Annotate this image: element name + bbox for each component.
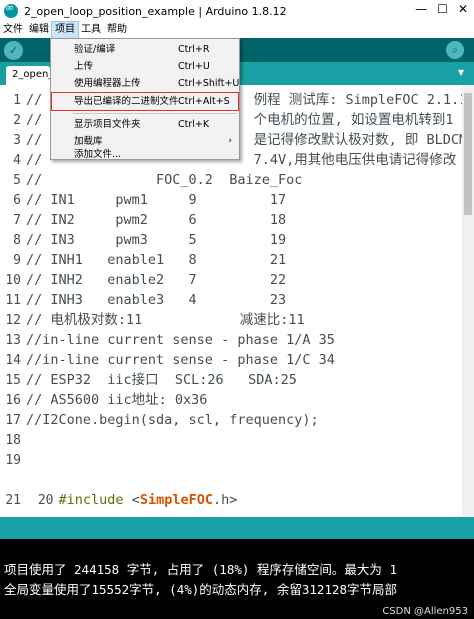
code-line: 10 // INH2 enable2 7 22 (0, 270, 462, 290)
code-text: // IN3 pwm3 5 19 (26, 232, 287, 248)
line-number: 4 (13, 153, 21, 168)
code-text: // INH1 enable1 8 21 (26, 252, 287, 268)
code-line: 8 // IN3 pwm3 5 19 (0, 230, 462, 250)
menu-separator (73, 113, 237, 114)
line-number: 15 (5, 373, 21, 388)
scrollbar-thumb[interactable] (464, 93, 472, 215)
code-text: //in-line current sense - phase 1/C 34 (26, 352, 335, 368)
code-line: 16 // AS5600 iic地址: 0x36 (0, 390, 462, 410)
code-line: 13 //in-line current sense - phase 1/A 35 (0, 330, 462, 350)
maximize-icon[interactable]: ☐ (437, 2, 448, 16)
menu-item-show-sketch-folder[interactable]: 显示项目文件夹 Ctrl+K (52, 116, 238, 133)
menu-tools[interactable]: 工具 (78, 22, 104, 38)
console-line-2: 全局变量使用了15552字节, (4%)的动态内存, 余留312128字节局部 (4, 582, 397, 597)
code-text: //I2Cone.begin(sda, scl, frequency); (26, 412, 319, 428)
window-controls: — ☐ ✕ (415, 2, 468, 16)
menu-edit[interactable]: 编辑 (26, 22, 52, 38)
line-number: 5 (13, 173, 21, 188)
code-text: // FOC_0.2 Baize_Foc (26, 172, 303, 188)
serial-monitor-button[interactable]: ⌕ (446, 41, 464, 59)
code-line: 5 // FOC_0.2 Baize_Foc (0, 170, 462, 190)
code-line: 6 // IN1 pwm1 9 17 (0, 190, 462, 210)
code-line-include: 20 #include <SimpleFOC.h> (0, 470, 462, 508)
menu-sketch[interactable]: 项目 (51, 21, 79, 39)
window-title: 2_open_loop_position_example | Arduino 1… (24, 4, 287, 18)
include-close: .h> (212, 492, 238, 508)
vertical-scrollbar[interactable] (462, 85, 474, 517)
code-line: 14 //in-line current sense - phase 1/C 34 (0, 350, 462, 370)
menu-item-upload[interactable]: 上传 Ctrl+U (52, 58, 238, 75)
code-line: 7 // IN2 pwm2 6 18 (0, 210, 462, 230)
menu-item-upload-using-programmer[interactable]: 使用编程器上传 Ctrl+Shift+U (52, 75, 239, 92)
code-line: 12 // 电机极对数:11 减速比:11 (0, 310, 462, 330)
code-text: // IN2 pwm2 6 18 (26, 212, 287, 228)
code-line: 15 // ESP32 iic接口 SCL:26 SDA:25 (0, 370, 462, 390)
menu-help[interactable]: 帮助 (104, 22, 130, 38)
line-number: 2 (13, 113, 21, 128)
arduino-logo-icon (4, 1, 18, 18)
include-library-name: SimpleFOC (139, 492, 213, 508)
minimize-icon[interactable]: — (415, 2, 427, 16)
tab-menu-chevron-down-icon[interactable]: ▾ (458, 65, 464, 79)
include-open: < (123, 492, 140, 508)
line-number: 14 (5, 353, 21, 368)
line-number: 16 (5, 393, 21, 408)
status-bar (0, 517, 474, 539)
line-number: 17 (5, 413, 21, 428)
code-line: 18 (0, 430, 462, 450)
code-text: // AS5600 iic地址: 0x36 (26, 392, 208, 408)
line-number: 6 (13, 193, 21, 208)
line-number: 1 (13, 93, 21, 108)
code-text: // INH3 enable3 4 23 (26, 292, 287, 308)
output-console: 项目使用了 244158 字节, 占用了 (18%) 程序存储空间。最大为 1 … (0, 539, 474, 619)
title-bar: 2_open_loop_position_example | Arduino 1… (0, 0, 474, 22)
code-line: 17 //I2Cone.begin(sda, scl, frequency); (0, 410, 462, 430)
line-number: 7 (13, 213, 21, 228)
line-number: 18 (5, 433, 21, 448)
menu-bar: 文件 编辑 项目 工具 帮助 (0, 21, 474, 39)
line-number: 13 (5, 333, 21, 348)
code-text: // 电机极对数:11 减速比:11 (26, 312, 305, 328)
line-number: 12 (5, 313, 21, 328)
sketch-menu-dropdown: 验证/编译 Ctrl+R 上传 Ctrl+U 使用编程器上传 Ctrl+Shif… (50, 38, 240, 160)
line-number: 20 (37, 493, 54, 508)
line-number: 11 (5, 293, 21, 308)
watermark: CSDN @Allen953 (382, 606, 468, 617)
code-line: 19 (0, 450, 462, 470)
line-number: 10 (5, 273, 21, 288)
line-number: 8 (13, 233, 21, 248)
line-number: 9 (13, 253, 21, 268)
menu-file[interactable]: 文件 (0, 22, 26, 38)
close-icon[interactable]: ✕ (458, 2, 468, 16)
menu-item-add-file[interactable]: 添加文件... (52, 146, 238, 163)
line-number: 3 (13, 133, 21, 148)
code-line: 9 // INH1 enable1 8 21 (0, 250, 462, 270)
code-text: // INH2 enable2 7 22 (26, 272, 287, 288)
line-number: 19 (5, 453, 21, 468)
menu-item-export-compiled-binary[interactable]: 导出已编译的二进制文件 Ctrl+Alt+S (51, 92, 239, 111)
tab-sketch[interactable]: 2_open_ (6, 66, 50, 85)
include-directive: #include (58, 492, 124, 508)
code-text: //in-line current sense - phase 1/A 35 (26, 332, 335, 348)
code-line: 11 // INH3 enable3 4 23 (0, 290, 462, 310)
console-line-1: 项目使用了 244158 字节, 占用了 (18%) 程序存储空间。最大为 1 (4, 562, 397, 577)
menu-item-verify-compile[interactable]: 验证/编译 Ctrl+R (52, 41, 238, 58)
verify-button[interactable]: ✓ (4, 40, 23, 60)
code-text: // IN1 pwm1 9 17 (26, 192, 287, 208)
code-text: // ESP32 iic接口 SCL:26 SDA:25 (26, 372, 297, 388)
